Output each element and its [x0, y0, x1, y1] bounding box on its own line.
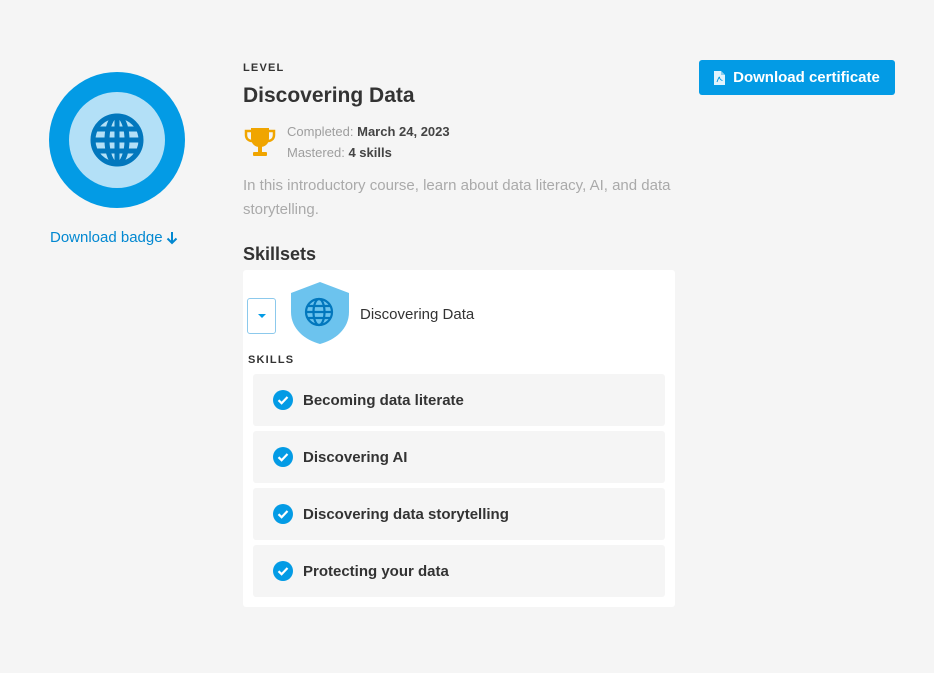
- skillset-shield-icon: [291, 282, 349, 344]
- level-badge: [49, 72, 185, 208]
- skillset-expand-toggle[interactable]: [247, 298, 276, 334]
- level-eyebrow: LEVEL: [243, 62, 285, 74]
- skill-item: Discovering data storytelling: [253, 488, 665, 540]
- mastered-row: Mastered: 4 skills: [287, 142, 450, 163]
- download-certificate-label: Download certificate: [733, 69, 880, 86]
- level-description: In this introductory course, learn about…: [243, 177, 671, 218]
- skill-label: Discovering AI: [303, 448, 408, 466]
- skillsets-heading: Skillsets: [243, 244, 317, 264]
- caret-down-icon: [257, 314, 266, 318]
- trophy-icon: [244, 128, 276, 156]
- download-certificate-button[interactable]: Download certificate: [699, 60, 895, 95]
- completed-row: Completed: March 24, 2023: [287, 121, 450, 142]
- skill-item: Protecting your data: [253, 545, 665, 597]
- skill-list: Becoming data literate Discovering AI Di…: [253, 374, 665, 602]
- skill-label: Becoming data literate: [303, 391, 464, 409]
- skillset-name: Discovering Data: [360, 306, 475, 323]
- check-circle-icon: [273, 390, 293, 410]
- badge-outer-ring: [49, 72, 185, 208]
- skill-label: Protecting your data: [303, 562, 449, 580]
- check-circle-icon: [273, 447, 293, 467]
- arrow-down-icon: [166, 231, 177, 244]
- check-circle-icon: [273, 561, 293, 581]
- level-details: LEVEL Discovering Data Completed: March …: [243, 62, 675, 265]
- mastered-count: 4 skills: [348, 145, 392, 160]
- badge-inner-circle: [69, 92, 165, 188]
- level-title: Discovering Data: [243, 84, 415, 107]
- skill-item: Discovering AI: [253, 431, 665, 483]
- level-meta: Completed: March 24, 2023 Mastered: 4 sk…: [243, 121, 675, 163]
- pdf-file-icon: [714, 70, 726, 85]
- download-badge-link[interactable]: Download badge: [50, 229, 178, 246]
- completed-date: March 24, 2023: [357, 124, 450, 139]
- download-badge-label: Download badge: [50, 229, 163, 246]
- skill-item: Becoming data literate: [253, 374, 665, 426]
- skillset-card: Discovering Data SKILLS Becoming data li…: [243, 270, 675, 607]
- skill-label: Discovering data storytelling: [303, 505, 509, 523]
- completed-label: Completed:: [287, 124, 354, 139]
- globe-icon: [90, 113, 144, 167]
- skills-label: SKILLS: [248, 354, 295, 366]
- mastered-label: Mastered:: [287, 145, 345, 160]
- check-circle-icon: [273, 504, 293, 524]
